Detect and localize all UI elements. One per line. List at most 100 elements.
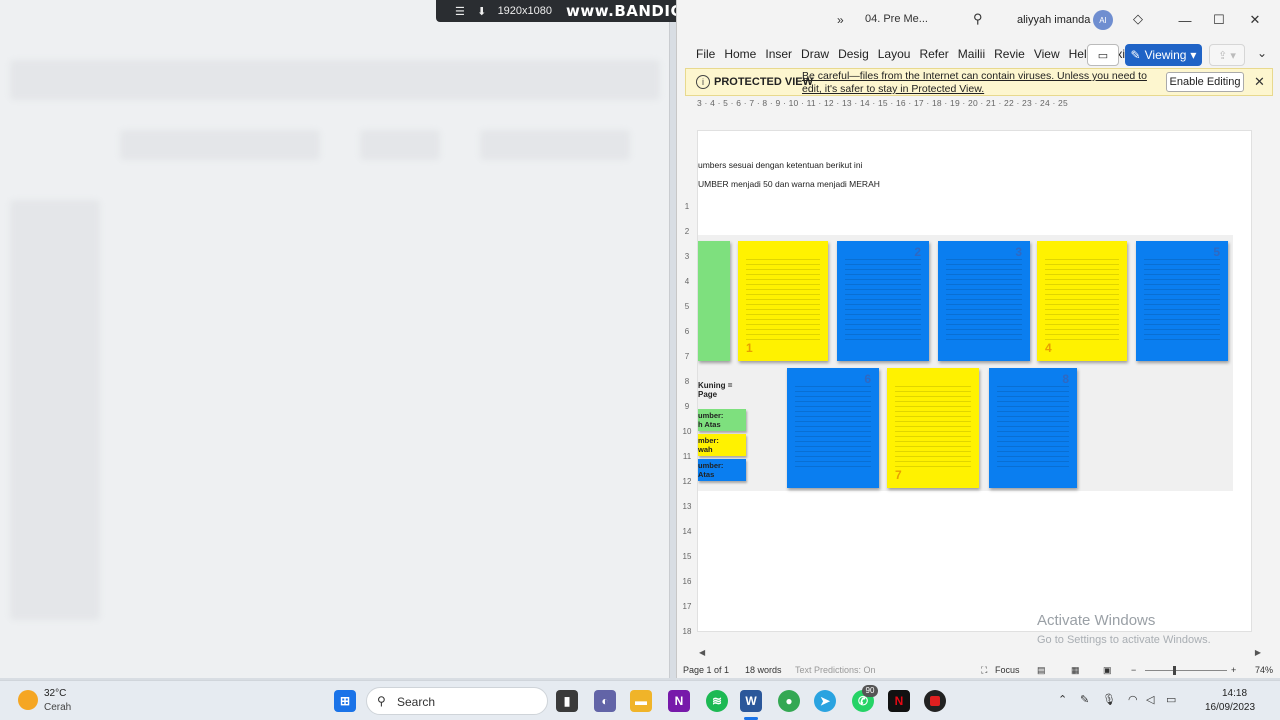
comment-button[interactable]: ▭ [1087,44,1119,66]
minimize-button[interactable]: — [1173,8,1197,32]
chrome-icon[interactable]: ● [778,690,800,712]
diamond-icon[interactable]: ◇ [1133,11,1143,27]
ribbon-tab-home[interactable]: Home [721,47,759,61]
clock-time[interactable]: 14:18 [1222,688,1247,699]
ruler-mark: 9 [684,402,690,411]
page-thumbnail: 8 [989,368,1077,488]
protected-view-message[interactable]: Be careful—files from the Internet can c… [802,70,1162,96]
clock-date[interactable]: 16/09/2023 [1205,702,1255,713]
battery-icon[interactable]: ▭ [1166,693,1176,706]
zoom-slider[interactable] [1145,670,1227,671]
ruler-mark: 5 [684,302,690,311]
onenote-icon[interactable]: N [668,690,690,712]
page-thumbnail: 5 [1136,241,1228,361]
page-thumbnail [698,241,730,361]
zoom-in-icon[interactable]: + [1231,665,1236,675]
ribbon-tab-mailii[interactable]: Mailii [955,47,988,61]
legend-box: umber: Atas [698,459,746,481]
background-window [0,0,670,678]
ruler-mark: 15 [682,552,692,561]
weather-description[interactable]: Cerah [44,702,71,713]
ribbon-tab-draw[interactable]: Draw [798,47,832,61]
print-layout-icon[interactable]: ▦ [1071,665,1080,676]
ribbon-tab-refer[interactable]: Refer [916,47,951,61]
task-view-icon[interactable]: ▮ [556,690,578,712]
ribbon-tab-revie[interactable]: Revie [991,47,1028,61]
ruler-mark: 13 [682,502,692,511]
close-button[interactable]: ✕ [1243,8,1267,32]
ribbon-tab-view[interactable]: View [1031,47,1063,61]
menu-icon[interactable]: ☰ [454,5,466,18]
focus-icon[interactable]: ⛶ [981,665,987,676]
speaker-icon[interactable]: ◁ [1146,693,1154,706]
taskbar: 32°C Cerah ⊞ ⚲ Search ▮ ◐ ▬ N ≋ W ● ➤ ✆ … [0,680,1280,720]
page-thumbnail: 2 [837,241,929,361]
scroll-right-icon[interactable]: ▶ [1255,648,1261,657]
word-icon[interactable]: W [740,690,762,712]
document-title[interactable]: 04. Pre Me... [865,13,928,25]
document-line: umbers sesuai dengan ketentuan berikut i… [698,160,863,170]
share-button[interactable]: ⇪ ▾ [1209,44,1245,66]
ruler-mark: 1 [684,202,690,211]
zoom-slider-thumb[interactable] [1173,666,1176,675]
pin-icon[interactable]: ⬇ [476,5,488,18]
page-count[interactable]: Page 1 of 1 [683,665,729,675]
legend-line: h Atas [698,420,721,429]
file-explorer-icon[interactable]: ▬ [630,690,652,712]
word-count[interactable]: 18 words [745,665,782,675]
horizontal-scrollbar[interactable]: ◀ ▶ [697,648,1261,658]
legend-box: mber: wah [698,434,746,456]
avatar[interactable]: AI [1093,10,1113,30]
page-number: 3 [1015,245,1022,259]
enable-editing-button[interactable]: Enable Editing [1166,72,1244,92]
ribbon-tab-desig[interactable]: Desig [835,47,872,61]
recorder-app-icon[interactable] [924,690,946,712]
telegram-icon[interactable]: ➤ [814,690,836,712]
search-icon: ⚲ [377,694,386,708]
ribbon-tab-inser[interactable]: Inser [762,47,795,61]
recorder-resolution: 1920x1080 [497,5,553,17]
read-mode-icon[interactable]: ▤ [1037,665,1046,676]
maximize-button[interactable]: ☐ [1207,8,1231,32]
zoom-level[interactable]: 74% [1255,665,1273,675]
viewing-button[interactable]: ✎ Viewing ▾ [1125,44,1202,66]
zoom-out-icon[interactable]: − [1131,665,1136,675]
search-placeholder: Search [397,695,436,709]
taskbar-search[interactable]: ⚲ Search [366,687,548,715]
vertical-ruler: 1 2 3 4 5 6 7 8 9 10 11 12 13 14 15 16 17 18 [681,130,693,636]
netflix-icon[interactable]: N [888,690,910,712]
page-number: 1 [746,341,753,355]
page-number: 2 [914,245,921,259]
ruler-mark: 3 [684,252,690,261]
teams-icon[interactable]: ◐ [594,690,616,712]
chevron-down-icon[interactable]: ⌄ [1257,46,1267,60]
focus-label[interactable]: Focus [995,665,1020,675]
legend-line: mber: [698,436,719,445]
page-thumbnail: 4 [1037,241,1127,361]
legend-title: Page [698,390,718,399]
ribbon-tab-file[interactable]: File [693,47,718,61]
weather-sun-icon[interactable] [18,690,38,710]
ribbon-tab-layou[interactable]: Layou [875,47,914,61]
more-commands-icon[interactable]: » [837,13,844,27]
start-icon[interactable]: ⊞ [334,690,356,712]
scroll-left-icon[interactable]: ◀ [699,648,705,657]
legend-line: umber: [698,411,724,420]
text-predictions[interactable]: Text Predictions: On [795,665,876,675]
legend-line: umber: [698,461,724,470]
chevron-up-icon[interactable]: ⌃ [1058,693,1067,706]
web-layout-icon[interactable]: ▣ [1103,665,1112,676]
microphone-icon[interactable]: 🎙 [1102,693,1116,706]
weather-temperature[interactable]: 32°C [44,688,66,699]
pen-icon[interactable]: ✎ [1080,693,1089,706]
spotify-icon[interactable]: ≋ [706,690,728,712]
activate-windows-hint: Go to Settings to activate Windows. [1037,634,1211,646]
close-icon[interactable]: ✕ [1254,74,1265,90]
chevron-down-icon: ▾ [1190,48,1197,62]
ruler-mark: 18 [682,627,692,636]
user-name[interactable]: aliyyah imanda [1017,14,1090,26]
page-thumbnail: 1 [738,241,828,361]
ruler-mark: 11 [682,452,692,461]
search-icon[interactable]: ⚲ [973,11,983,27]
wifi-icon[interactable]: ◠ [1128,693,1138,706]
